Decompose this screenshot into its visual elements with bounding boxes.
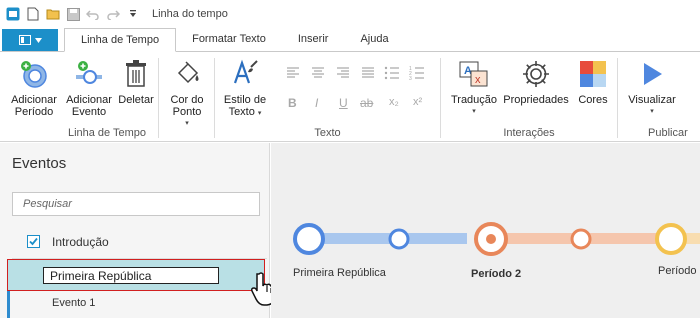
ribbon: Adicionar Período Adicionar Evento Delet… <box>0 52 700 142</box>
period-node-center <box>486 234 496 244</box>
event-node <box>388 228 410 250</box>
timeline-group-label: Linha de Tempo <box>67 127 147 139</box>
chevron-down-icon: ▾ <box>650 108 654 115</box>
chevron-down-icon: ▾ <box>257 110 262 117</box>
trash-icon <box>121 58 151 90</box>
svg-text:x: x <box>475 74 481 86</box>
colors-label: Cores <box>578 94 608 106</box>
tab-format-text[interactable]: Formatar Texto <box>176 27 282 51</box>
event-node <box>570 228 592 250</box>
underline-button[interactable]: U <box>339 96 348 110</box>
tab-timeline[interactable]: Linha de Tempo <box>64 28 177 52</box>
svg-text:3: 3 <box>409 76 412 80</box>
search-input[interactable]: Pesquisar <box>12 192 260 216</box>
text-style-button[interactable]: Estilo de Texto ▾ <box>217 58 273 120</box>
list-item[interactable]: Evento 1 <box>52 297 95 309</box>
window-title: Linha do tempo <box>152 8 228 20</box>
tab-insert[interactable]: Inserir <box>282 27 345 51</box>
alignment-icons[interactable]: 123 <box>285 66 435 80</box>
bold-button[interactable]: B <box>288 96 297 110</box>
subscript-button[interactable]: x₂ <box>389 96 399 108</box>
dot-color-button[interactable]: Cor do Ponto ▾ <box>162 58 212 130</box>
translation-icon: Ax <box>459 58 489 90</box>
file-menu-button[interactable] <box>2 29 58 51</box>
publish-group-label: Publicar <box>648 127 688 139</box>
panel-title: Eventos <box>12 155 67 172</box>
app-icon <box>6 7 20 21</box>
text-group-label: Texto <box>314 127 341 139</box>
save-icon[interactable] <box>66 7 80 21</box>
customize-quick-access-icon[interactable] <box>126 7 140 21</box>
preview-button[interactable]: Visualizar ▾ <box>624 58 680 118</box>
add-period-icon <box>19 58 49 90</box>
delete-button[interactable]: Deletar <box>114 58 158 106</box>
open-folder-icon[interactable] <box>46 7 60 21</box>
italic-button[interactable]: I <box>315 96 318 110</box>
paint-bucket-icon <box>172 58 202 90</box>
add-event-button[interactable]: Adicionar Evento <box>62 58 116 118</box>
period-node <box>293 223 325 255</box>
events-panel: Eventos Pesquisar Introdução Primeira Re… <box>0 143 276 318</box>
text-style-icon <box>230 58 260 90</box>
timeline-track <box>293 222 700 256</box>
ribbon-tabs: Linha de Tempo Formatar Texto Inserir Aj… <box>0 28 700 52</box>
chevron-down-icon <box>34 37 42 43</box>
timeline-label[interactable]: Período <box>658 265 697 277</box>
timeline-canvas[interactable]: Primeira República Período 2 Período <box>271 143 700 318</box>
properties-label: Propriedades <box>503 94 569 106</box>
tab-help[interactable]: Ajuda <box>344 27 404 51</box>
interactions-group-label: Interações <box>503 127 555 139</box>
add-event-icon <box>74 58 104 90</box>
strikethrough-button[interactable]: ab <box>360 96 373 110</box>
timeline-label[interactable]: Período 2 <box>471 268 521 280</box>
title-bar: Linha do tempo <box>0 0 700 28</box>
preview-label: Visualizar <box>628 94 676 106</box>
chevron-down-icon: ▾ <box>472 108 476 115</box>
period-1-track <box>309 233 467 244</box>
translation-button[interactable]: Ax Tradução ▾ <box>445 58 503 118</box>
properties-button[interactable]: Propriedades <box>501 58 571 106</box>
delete-label: Deletar <box>118 94 154 106</box>
period-node <box>655 223 687 255</box>
new-file-icon[interactable] <box>26 7 40 21</box>
timeline-label[interactable]: Primeira República <box>293 267 386 279</box>
gear-icon <box>521 58 551 90</box>
colors-button[interactable]: Cores <box>573 58 613 106</box>
rename-input[interactable]: Primeira República <box>43 267 219 284</box>
dot-color-label: Cor do Ponto <box>170 94 204 118</box>
timeline-group: Adicionar Período Adicionar Evento Delet… <box>0 52 214 142</box>
publish-group: Visualizar ▾ Publicar <box>618 52 700 142</box>
add-event-label: Adicionar Evento <box>66 94 112 118</box>
undo-icon[interactable] <box>86 7 100 21</box>
list-item[interactable]: Introdução <box>52 235 109 249</box>
file-menu-icon <box>18 35 31 45</box>
redo-icon[interactable] <box>106 7 120 21</box>
translation-label: Tradução <box>450 94 498 106</box>
color-palette-icon <box>578 58 608 90</box>
text-group: Estilo de Texto ▾ 123 B I U ab x₂ x² Tex… <box>215 52 440 142</box>
checkbox[interactable] <box>27 235 40 248</box>
superscript-button[interactable]: x² <box>413 96 422 108</box>
add-period-label: Adicionar Período <box>11 94 57 118</box>
add-period-button[interactable]: Adicionar Período <box>6 58 62 118</box>
interactions-group: Ax Tradução ▾ Propriedades Cores Interaç… <box>441 52 617 142</box>
play-icon <box>637 58 667 90</box>
